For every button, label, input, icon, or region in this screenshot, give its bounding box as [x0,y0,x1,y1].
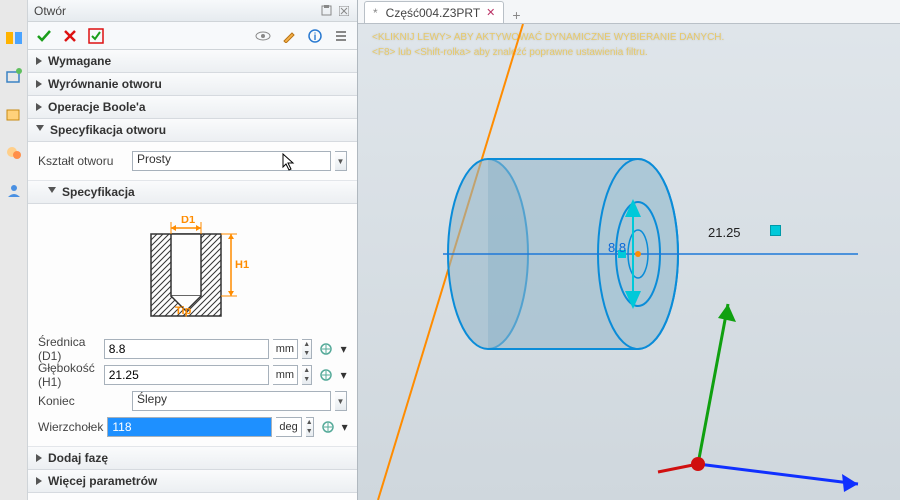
cancel-button[interactable] [58,25,82,47]
chevron-down-icon [36,125,44,135]
section-more[interactable]: Więcej parametrów [28,470,357,493]
section-boolean[interactable]: Operacje Boole'a [28,96,357,119]
h1-label: H1 [235,259,249,271]
section-more-label: Więcej parametrów [48,474,157,488]
section-boolean-label: Operacje Boole'a [48,100,146,114]
chevron-right-icon [36,80,42,88]
strip-icon-3[interactable] [4,104,24,124]
section-chamfer[interactable]: Dodaj fazę [28,447,357,470]
depth-row: Głębokość (H1) mm ▲▼ ▾ [38,362,347,388]
chevron-right-icon [36,57,42,65]
visibility-icon[interactable] [251,25,275,47]
panel-settings-icon[interactable] [319,4,333,18]
hole-shape-label: Kształt otworu [38,154,128,168]
section-required-label: Wymagane [48,54,111,68]
viewport-hints: <KLIKNIJ LEWY> ABY AKTYWOWAĆ DYNAMICZNE … [372,30,724,60]
dimension-d1: 8.8 [608,240,626,255]
tip-input[interactable] [107,417,272,437]
strip-icon-2[interactable] [4,66,24,86]
hole-shape-dropdown-icon[interactable]: ▼ [335,151,347,171]
depth-options-icon[interactable] [319,365,333,385]
dimension-handle[interactable] [770,225,781,236]
spec-body: D1 H1 Tip Średnica (D1) mm ▲▼ [28,204,357,447]
section-alignment[interactable]: Wyrównanie otworu [28,73,357,96]
end-label: Koniec [38,394,128,408]
tip-row: Wierzchołek deg ▲▼ ▾ [38,414,347,440]
section-alignment-label: Wyrównanie otworu [48,77,162,91]
tip-options-icon[interactable] [321,417,335,437]
hole-shape-row: Kształt otworu Prosty ▼ [38,148,347,174]
depth-menu-icon[interactable]: ▾ [340,365,347,385]
d1-label: D1 [181,216,195,226]
toolbar-menu-icon[interactable] [329,25,353,47]
brush-icon[interactable] [277,25,301,47]
tip-menu-icon[interactable]: ▾ [342,417,348,437]
hole-feature-panel: Otwór i Wymagane Wyrównanie otworu [28,0,358,500]
hint-line-2: <F8> lub <Shift-rolka> aby znaleźć popra… [372,45,724,60]
section-holespec-label: Specyfikacja otworu [50,123,166,137]
depth-unit[interactable]: mm [273,365,299,385]
dimension-h1: 21.25 [708,225,741,240]
panel-close-icon[interactable] [337,4,351,18]
section-chamfer-label: Dodaj fazę [48,451,108,465]
strip-icon-4[interactable] [4,142,24,162]
depth-stepper[interactable]: ▲▼ [302,365,312,385]
diameter-unit[interactable]: mm [273,339,299,359]
document-tab[interactable]: * Część004.Z3PRT ✕ [364,1,504,23]
panel-title: Otwór [34,4,66,18]
holespec-body: Kształt otworu Prosty ▼ [28,142,357,181]
tip-label-text: Wierzchołek [38,420,103,434]
strip-icon-5[interactable] [4,180,24,200]
depth-label: Głębokość (H1) [38,361,100,389]
hole-shape-select[interactable]: Prosty [132,151,331,171]
strip-icon-1[interactable] [4,28,24,48]
sections-container: Wymagane Wyrównanie otworu Operacje Bool… [28,50,357,500]
diameter-input[interactable] [104,339,269,359]
left-icon-strip [0,0,28,500]
tab-bar: * Część004.Z3PRT ✕ + [358,0,900,24]
tip-stepper[interactable]: ▲▼ [306,417,314,437]
section-required[interactable]: Wymagane [28,50,357,73]
diameter-row: Średnica (D1) mm ▲▼ ▾ [38,336,347,362]
depth-input[interactable] [104,365,269,385]
diameter-options-icon[interactable] [319,339,333,359]
tab-close-icon[interactable]: ✕ [486,6,495,19]
panel-toolbar: i [28,22,357,50]
add-tab-button[interactable]: + [504,7,528,23]
viewport-overlay [358,24,900,500]
diameter-menu-icon[interactable]: ▾ [340,339,347,359]
hole-diagram: D1 H1 Tip [38,210,347,336]
diameter-label: Średnica (D1) [38,335,100,363]
section-spec-label: Specyfikacja [62,185,135,199]
tab-dirty-indicator: * [373,6,378,20]
diameter-stepper[interactable]: ▲▼ [302,339,312,359]
tip-unit[interactable]: deg [276,417,301,437]
end-select[interactable]: Ślepy [132,391,331,411]
chevron-right-icon [36,454,42,462]
chevron-right-icon [36,103,42,111]
info-icon[interactable]: i [303,25,327,47]
chevron-down-icon [48,187,56,197]
panel-titlebar: Otwór [28,0,357,22]
svg-text:i: i [314,32,317,43]
apply-button[interactable] [84,25,108,47]
chevron-right-icon [36,477,42,485]
viewport[interactable]: * Część004.Z3PRT ✕ + <KLIKNIJ LEWY> ABY … [358,0,900,500]
ok-button[interactable] [32,25,56,47]
tip-label: Tip [175,305,192,317]
section-holespec[interactable]: Specyfikacja otworu [28,119,357,142]
section-spec[interactable]: Specyfikacja [28,181,357,204]
hint-line-1: <KLIKNIJ LEWY> ABY AKTYWOWAĆ DYNAMICZNE … [372,30,724,45]
tab-name: Część004.Z3PRT [386,6,480,20]
end-row: Koniec Ślepy ▼ [38,388,347,414]
end-dropdown-icon[interactable]: ▼ [335,391,347,411]
